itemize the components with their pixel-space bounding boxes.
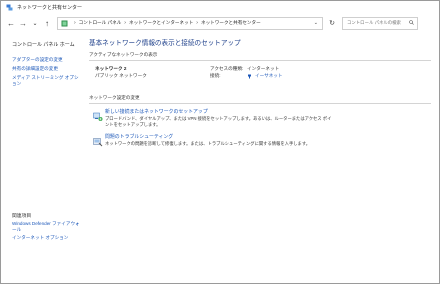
sidebar-item-firewall[interactable]: Windows Defender ファイアウォール [12,221,83,233]
sidebar-home-link[interactable]: コントロール パネル ホーム [12,41,83,48]
troubleshoot-link[interactable]: 問題のトラブルシューティング [105,133,431,140]
back-button[interactable]: ← [5,17,17,29]
breadcrumb[interactable]: › コントロール パネル › ネットワークとインターネット › ネットワークと共… [57,16,323,30]
ethernet-icon [247,74,252,79]
network-center-icon [6,4,13,11]
see-also-heading: 関連項目 [12,214,32,219]
control-panel-icon [61,20,68,27]
new-connection-icon [93,109,103,121]
sidebar-item-media-streaming[interactable]: メディア ストリーミング オプション [12,75,83,87]
change-settings-heading: ネットワーク設定の変更 [89,95,140,100]
access-type-label: アクセスの種類: [210,66,244,71]
title-bar: ネットワークと共有センター [1,1,439,13]
task-description: ブロードバンド、ダイヤルアップ、または VPN 接続をセットアップします。あるい… [105,116,332,127]
active-network-row: ネットワーク 2 パブリック ネットワーク アクセスの種類: 接続: インターネ… [89,61,431,85]
network-name: ネットワーク 2 [95,66,127,71]
access-type-value: インターネット [247,66,280,71]
chevron-down-icon[interactable]: ⌄ [314,20,318,26]
search-input[interactable]: コントロール パネルの検索 [342,16,418,30]
new-connection-link[interactable]: 新しい接続またはネットワークのセットアップ [105,108,431,115]
forward-button[interactable]: → [17,17,29,29]
window-title: ネットワークと共有センター [17,4,83,11]
main-content: 基本ネットワーク情報の表示と接続のセットアップ アクティブなネットワークの表示 … [89,35,431,283]
connections-label: 接続: [210,73,221,78]
breadcrumb-item-network-internet[interactable]: ネットワークとインターネット [129,20,193,26]
sidebar-item-internet-options[interactable]: インターネット オプション [12,235,68,241]
task-description: ネットワークの問題を診断して修復します。または、トラブルシューティングに関する情… [105,140,310,146]
refresh-button[interactable]: ↻ [326,17,338,29]
breadcrumb-chevron-icon: › [196,20,198,26]
breadcrumb-item-network-center[interactable]: ネットワークと共有センター [201,20,261,26]
control-panel-window: ネットワークと共有センター ← → ⌄ ↑ › コントロール パネル › ネット… [0,0,440,284]
sidebar: コントロール パネル ホーム アダプターの設定の変更 共有の詳細設定の変更 メデ… [1,35,83,283]
active-networks-heading: アクティブなネットワークの表示 [89,52,158,57]
address-bar: ← → ⌄ ↑ › コントロール パネル › ネットワークとインターネット › … [1,13,439,33]
recent-locations-button[interactable]: ⌄ [29,17,41,29]
breadcrumb-item-control-panel[interactable]: コントロール パネル [79,20,122,26]
connection-name: イーサネット [255,73,283,78]
breadcrumb-chevron-icon: › [74,20,76,26]
up-button[interactable]: ↑ [41,17,53,29]
page-title: 基本ネットワーク情報の表示と接続のセットアップ [89,40,241,47]
sidebar-item-adapter-settings[interactable]: アダプターの設定の変更 [12,57,83,63]
search-placeholder: コントロール パネルの検索 [347,20,401,25]
search-icon [409,20,414,26]
troubleshoot-icon [93,134,103,146]
task-troubleshoot: 問題のトラブルシューティング ネットワークの問題を診断して修復します。または、ト… [89,133,431,147]
breadcrumb-chevron-icon: › [124,20,126,26]
connection-link[interactable]: イーサネット [247,73,282,79]
divider [89,103,431,104]
task-new-connection: 新しい接続またはネットワークのセットアップ ブロードバンド、ダイヤルアップ、また… [89,108,431,128]
sidebar-item-advanced-sharing[interactable]: 共有の詳細設定の変更 [12,66,83,72]
network-type: パブリック ネットワーク [95,73,147,78]
